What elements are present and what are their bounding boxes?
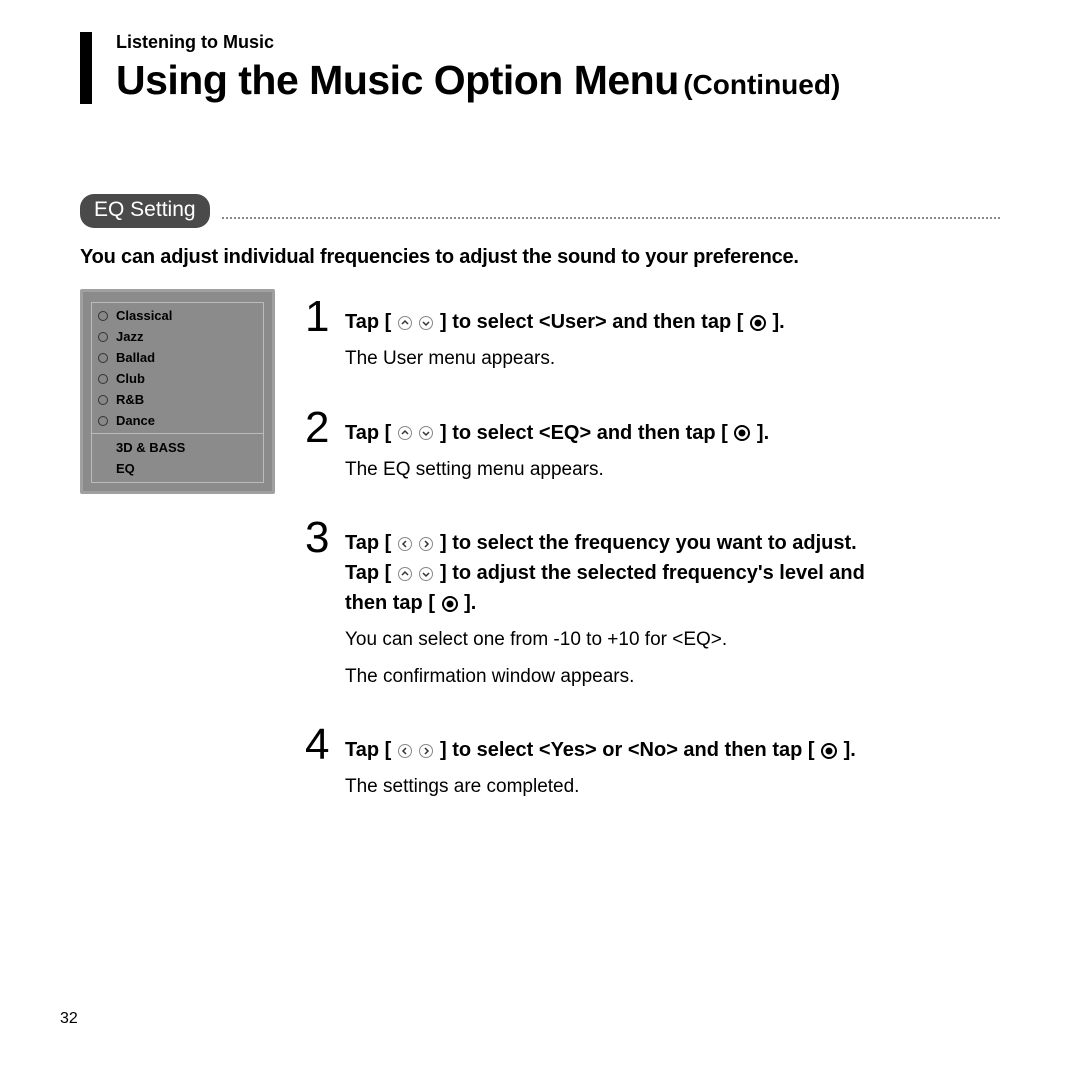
intro-text: You can adjust individual frequencies to… — [80, 246, 1000, 269]
step: 4 Tap [ ] to select <Yes> or <No> and the… — [305, 723, 1000, 802]
step-note: The settings are completed. — [345, 773, 856, 802]
step-instruction: Tap [ ] to select <User> and then tap [ … — [345, 307, 785, 337]
step-body: Tap [ ] to select <User> and then tap [ … — [345, 295, 785, 374]
step-note: You can select one from -10 to +10 for <… — [345, 626, 865, 655]
step-number: 1 — [305, 295, 335, 374]
step-body: Tap [ ] to select <Yes> or <No> and then… — [345, 723, 856, 802]
step: 1 Tap [ ] to select <User> and then tap [… — [305, 295, 1000, 374]
device-screen: Classical Jazz Ballad Club R&B Dance 3D … — [80, 289, 275, 494]
eq-setting-badge: EQ Setting — [80, 194, 210, 228]
step-note: The EQ setting menu appears. — [345, 456, 769, 485]
right-icon — [418, 537, 434, 551]
preset-list: Classical Jazz Ballad Club R&B Dance — [92, 303, 263, 433]
down-icon — [418, 316, 434, 330]
center-button-icon — [441, 596, 459, 612]
list-item: Dance — [92, 410, 263, 431]
list-item: R&B — [92, 389, 263, 410]
radio-icon — [98, 395, 108, 405]
step: 2Tap [ ] to select <EQ> and then tap [ ]… — [305, 406, 1000, 485]
right-icon — [418, 744, 434, 758]
title-continued: (Continued) — [683, 69, 840, 100]
radio-icon — [98, 332, 108, 342]
steps-list: 1 Tap [ ] to select <User> and then tap [… — [305, 289, 1000, 834]
main-title-line: Using the Music Option Menu (Continued) — [116, 57, 1000, 104]
sub-block: 3D & BASS EQ — [92, 433, 263, 482]
up-icon — [397, 567, 413, 581]
list-item: Ballad — [92, 347, 263, 368]
step-body: Tap [ ] to select <EQ> and then tap [ ].… — [345, 406, 769, 485]
list-item: Classical — [92, 305, 263, 326]
center-button-icon — [820, 743, 838, 759]
down-icon — [418, 567, 434, 581]
badge-row: EQ Setting — [80, 194, 1000, 228]
step-body: Tap [ ] to select the frequency you want… — [345, 516, 865, 691]
step: 3Tap [ ] to select the frequency you wan… — [305, 516, 1000, 691]
radio-icon — [98, 353, 108, 363]
step-instruction: Tap [ ] to select <Yes> or <No> and then… — [345, 735, 856, 765]
step-instruction: Tap [ ] to select the frequency you want… — [345, 528, 865, 618]
list-item: EQ — [98, 458, 257, 479]
radio-icon — [98, 311, 108, 321]
list-item: Jazz — [92, 326, 263, 347]
left-icon — [397, 744, 413, 758]
step-number: 4 — [305, 723, 335, 802]
radio-icon — [98, 374, 108, 384]
up-icon — [397, 426, 413, 440]
step-note: The confirmation window appears. — [345, 663, 865, 692]
step-instruction: Tap [ ] to select <EQ> and then tap [ ]. — [345, 418, 769, 448]
section-label: Listening to Music — [116, 32, 1000, 53]
list-item: Club — [92, 368, 263, 389]
main-title: Using the Music Option Menu — [116, 57, 679, 103]
step-number: 2 — [305, 406, 335, 485]
step-number: 3 — [305, 516, 335, 691]
center-button-icon — [733, 425, 751, 441]
list-item: 3D & BASS — [98, 437, 257, 458]
radio-icon — [98, 416, 108, 426]
page-number: 32 — [60, 1010, 78, 1028]
step-note: The User menu appears. — [345, 345, 785, 374]
dotted-rule — [222, 217, 1000, 219]
up-icon — [397, 316, 413, 330]
center-button-icon — [749, 315, 767, 331]
down-icon — [418, 426, 434, 440]
left-icon — [397, 537, 413, 551]
